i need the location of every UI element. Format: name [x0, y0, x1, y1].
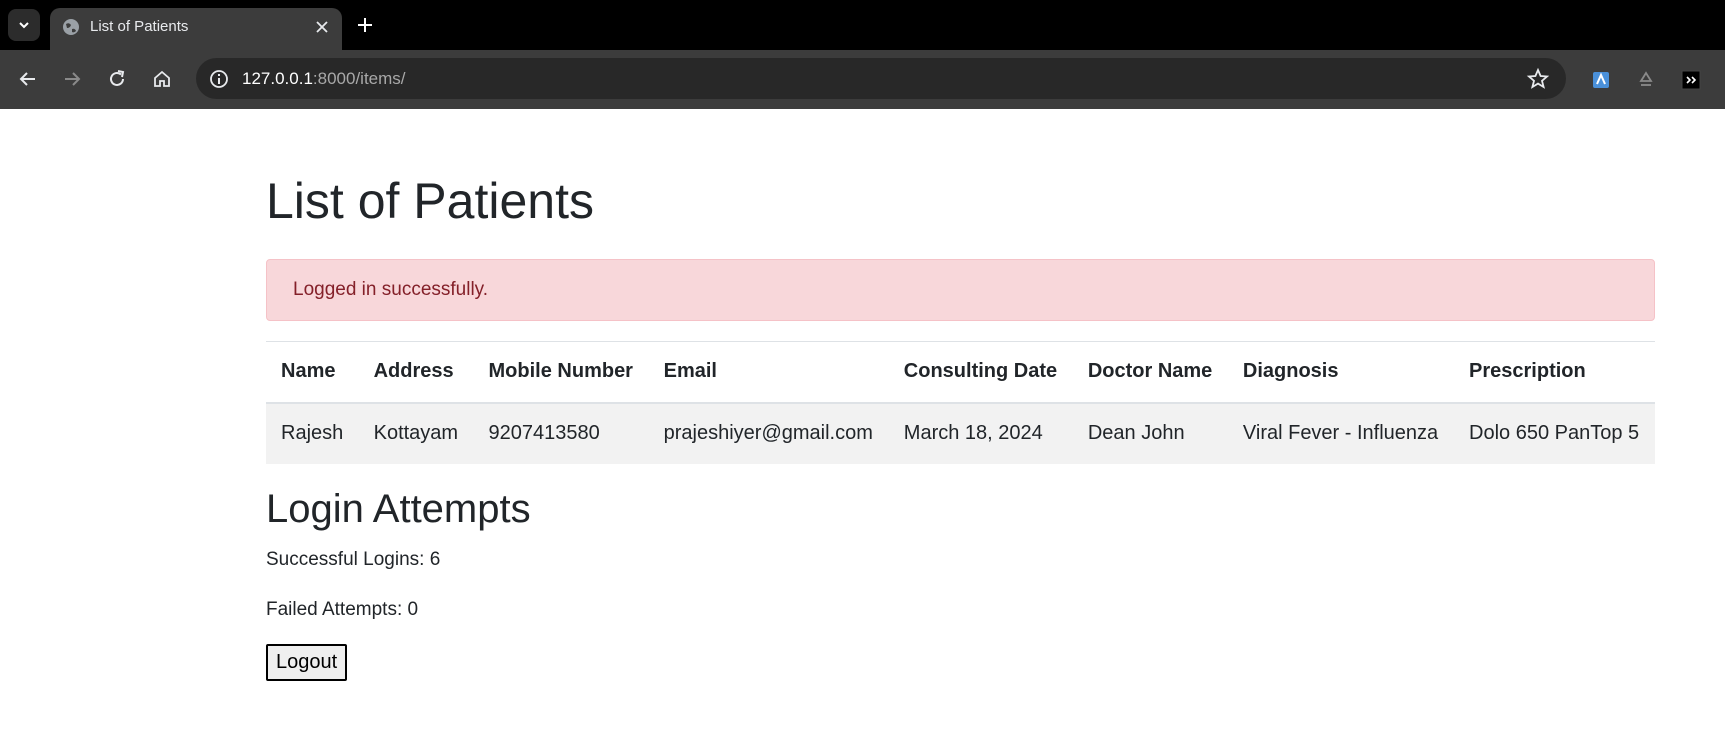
patients-table: Name Address Mobile Number Email Consult… [266, 341, 1655, 464]
table-row: Rajesh Kottayam 9207413580 prajeshiyer@g… [266, 402, 1655, 464]
close-tab-button[interactable] [312, 17, 332, 37]
tab-strip: List of Patients [0, 0, 1725, 50]
extension-button[interactable] [1634, 68, 1658, 92]
table-cell: 9207413580 [488, 422, 600, 444]
successful-logins-text: Successful Logins: 6 [266, 548, 441, 570]
new-tab-button[interactable] [353, 13, 377, 37]
success-alert: Logged in successfully. [266, 259, 1655, 321]
table-header-row: Name Address Mobile Number Email Consult… [266, 341, 1655, 403]
chevron-down-icon [19, 22, 29, 29]
url-host: 127.0.0.1 [242, 69, 313, 88]
login-attempts-title: Login Attempts [266, 486, 531, 531]
table-cell: prajeshiyer@gmail.com [663, 422, 873, 444]
extension-button[interactable] [1589, 68, 1613, 92]
forward-icon [65, 72, 81, 86]
url-text: 127.0.0.1:8000/items/ [242, 68, 406, 89]
star-icon[interactable] [1526, 67, 1550, 91]
table-cell: Viral Fever - Influenza [1242, 422, 1439, 444]
tab-title: List of Patients [90, 18, 189, 35]
column-header: Consulting Date [903, 360, 1058, 383]
failed-attempts-text: Failed Attempts: 0 [266, 598, 419, 620]
extension-icon [1593, 72, 1609, 88]
back-icon [19, 72, 35, 86]
address-bar[interactable]: 127.0.0.1:8000/items/ [196, 58, 1566, 99]
info-icon[interactable] [209, 69, 229, 89]
plus-icon [358, 18, 372, 32]
table-cell: March 18, 2024 [903, 422, 1043, 444]
column-header: Address [373, 360, 454, 383]
table-cell: Rajesh [281, 422, 344, 444]
url-path: :8000/items/ [312, 69, 406, 88]
table-cell: Kottayam [373, 422, 459, 444]
home-button[interactable] [149, 66, 175, 92]
page-title: List of Patients [266, 173, 594, 229]
reload-button[interactable] [104, 66, 130, 92]
column-header: Mobile Number [488, 360, 633, 383]
tab-search-button[interactable] [8, 9, 40, 41]
extension-icon [1681, 70, 1701, 90]
forward-button[interactable] [59, 66, 85, 92]
table-cell: Dolo 650 PanTop 5 [1469, 422, 1640, 444]
recycle-icon [1639, 71, 1653, 86]
page-content: List of Patients Logged in successfully.… [266, 109, 1655, 681]
logout-button[interactable]: Logout [266, 643, 348, 681]
globe-icon [63, 19, 79, 35]
column-header: Diagnosis [1242, 360, 1339, 383]
reload-icon [110, 70, 125, 86]
active-tab[interactable]: List of Patients [50, 8, 342, 50]
extension-button[interactable] [1679, 68, 1703, 92]
back-button[interactable] [15, 66, 41, 92]
table-cell: Dean John [1087, 422, 1185, 444]
column-header: Doctor Name [1087, 360, 1213, 383]
column-header: Prescription [1469, 360, 1586, 383]
close-icon [316, 21, 328, 33]
browser-toolbar: 127.0.0.1:8000/items/ [0, 50, 1725, 109]
home-icon [154, 70, 170, 87]
column-header: Name [281, 360, 336, 383]
column-header: Email [663, 360, 717, 383]
